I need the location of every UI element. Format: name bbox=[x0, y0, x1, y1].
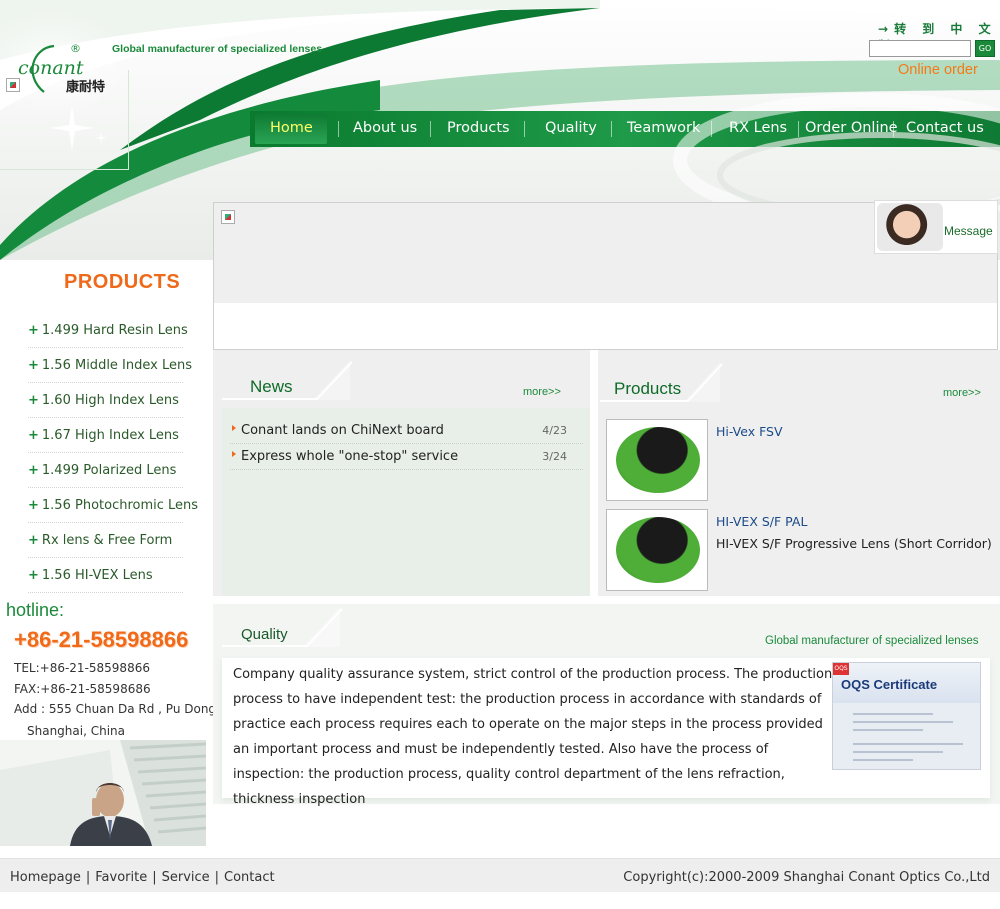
online-order-link[interactable]: Online order bbox=[898, 62, 978, 78]
broken-image-icon bbox=[6, 78, 20, 92]
quality-description: Company quality assurance system, strict… bbox=[233, 667, 833, 807]
products-more-link[interactable]: more>> bbox=[943, 387, 981, 399]
product-name-link[interactable]: Hi-Vex FSV bbox=[716, 424, 783, 439]
nav-home[interactable]: Home bbox=[270, 120, 313, 136]
products-title: Products bbox=[614, 379, 682, 398]
arrow-right-icon: → bbox=[878, 22, 889, 36]
footer-link-contact[interactable]: Contact bbox=[224, 870, 275, 885]
nav-order-online[interactable]: Order Online bbox=[805, 120, 898, 136]
sidebar-item[interactable]: + Rx lens & Free Form bbox=[28, 523, 183, 558]
bullet-arrow-icon bbox=[232, 451, 236, 457]
product-thumbnail[interactable] bbox=[606, 509, 708, 591]
nav-quality[interactable]: Quality bbox=[545, 120, 597, 136]
product-name-link[interactable]: HI-VEX S/F PAL bbox=[716, 514, 807, 529]
footer: Homepage | Favorite | Service | Contact Copyri… bbox=[0, 858, 1000, 892]
plus-icon: + bbox=[28, 323, 39, 338]
footer-link-homepage[interactable]: Homepage bbox=[10, 870, 81, 885]
quality-title: Quality bbox=[241, 626, 288, 643]
go-button[interactable]: GO bbox=[975, 40, 995, 57]
plus-icon: + bbox=[28, 568, 39, 583]
lens-image bbox=[616, 427, 700, 493]
news-list: Conant lands on ChiNext board 4/23 Expre… bbox=[230, 418, 583, 470]
address-line-1: Add : 555 Chuan Da Rd , Pu Dong bbox=[14, 702, 217, 716]
footer-link-favorite[interactable]: Favorite bbox=[95, 870, 147, 885]
news-item[interactable]: Conant lands on ChiNext board 4/23 bbox=[230, 418, 583, 444]
nav-rx-lens[interactable]: RX Lens bbox=[729, 120, 787, 136]
sidebar-products-title: PRODUCTS bbox=[64, 271, 181, 293]
oqs-logo: OQS bbox=[833, 663, 849, 675]
address-line-2: Shanghai, China bbox=[27, 724, 125, 738]
nav-products[interactable]: Products bbox=[447, 120, 510, 136]
businessman-building-image bbox=[0, 740, 206, 846]
sidebar-item[interactable]: +1.67 High Index Lens bbox=[28, 418, 183, 453]
footer-link-service[interactable]: Service bbox=[162, 870, 210, 885]
footer-links: Homepage | Favorite | Service | Contact bbox=[10, 870, 275, 885]
hotline-number: +86-21-58598866 bbox=[14, 627, 189, 652]
sidebar-item[interactable]: +1.56 Middle Index Lens bbox=[28, 348, 192, 383]
plus-icon: + bbox=[28, 358, 39, 373]
svg-text:®: ® bbox=[70, 42, 81, 55]
plus-icon: + bbox=[28, 498, 39, 513]
plus-icon: + bbox=[28, 428, 39, 443]
plus-icon: + bbox=[28, 533, 39, 548]
logo-chinese-name: 康耐特 bbox=[66, 80, 106, 95]
search-input[interactable] bbox=[869, 40, 971, 57]
message-button[interactable]: Message bbox=[874, 200, 998, 254]
nav-teamwork[interactable]: Teamwork bbox=[627, 120, 700, 136]
nav-contact-us[interactable]: Contact us bbox=[906, 120, 984, 136]
news-title: News bbox=[250, 377, 293, 396]
sidebar-item[interactable]: +1.56 HI-VEX Lens bbox=[28, 558, 183, 593]
hotline-label: hotline: bbox=[6, 600, 65, 620]
product-thumbnail[interactable] bbox=[606, 419, 708, 501]
header-tagline: Global manufacturer of specialized lense… bbox=[112, 43, 323, 55]
nav-about-us[interactable]: About us bbox=[353, 120, 417, 136]
certificate-image[interactable]: OQS OQS Certificate bbox=[832, 662, 981, 770]
quality-tagline: Global manufacturer of specialized lense… bbox=[765, 635, 979, 647]
product-description: HI-VEX S/F Progressive Lens (Short Corri… bbox=[716, 536, 992, 551]
sidebar-item[interactable]: +1.60 High Index Lens bbox=[28, 383, 183, 418]
lens-image bbox=[616, 517, 700, 583]
sidebar-item[interactable]: +1.499 Polarized Lens bbox=[28, 453, 183, 488]
sidebar-item[interactable]: +1.499 Hard Resin Lens bbox=[28, 313, 188, 348]
tel-text: TEL:+86-21-58598866 bbox=[14, 661, 150, 675]
copyright-text: Copyright(c):2000-2009 Shanghai Conant O… bbox=[623, 870, 990, 885]
product-category-list: +1.499 Hard Resin Lens +1.56 Middle Inde… bbox=[28, 313, 198, 593]
broken-image-icon bbox=[221, 210, 235, 224]
bullet-arrow-icon bbox=[232, 425, 236, 431]
main-nav: Home About us Products Quality Teamwork … bbox=[250, 111, 1000, 147]
fax-text: FAX:+86-21-58598686 bbox=[14, 682, 151, 696]
plus-icon: + bbox=[28, 463, 39, 478]
plus-icon: + bbox=[28, 393, 39, 408]
sidebar-item[interactable]: +1.56 Photochromic Lens bbox=[28, 488, 198, 523]
support-agent-image bbox=[877, 203, 943, 251]
certificate-title: OQS Certificate bbox=[841, 677, 938, 692]
news-item[interactable]: Express whole "one-stop" service 3/24 bbox=[230, 444, 583, 470]
news-more-link[interactable]: more>> bbox=[523, 386, 561, 398]
message-label: Message bbox=[944, 224, 993, 238]
